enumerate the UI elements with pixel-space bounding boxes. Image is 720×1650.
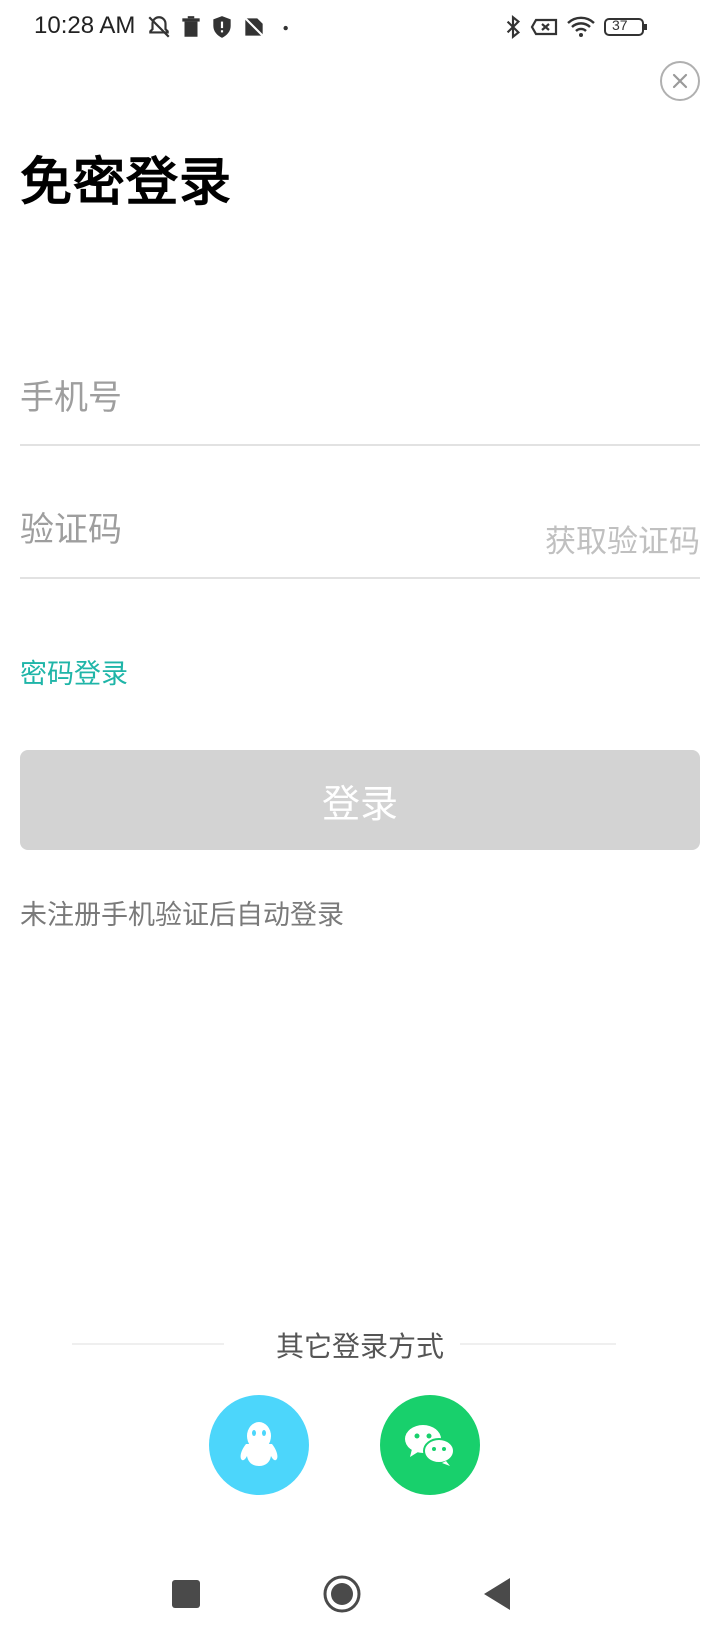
wifi-icon [566,14,596,40]
dot-icon [277,14,303,40]
back-button[interactable] [468,1564,528,1624]
other-login-label: 其它登录方式 [275,1330,444,1363]
login-button-label: 登录 [321,781,398,826]
notifications-off-icon [146,14,172,40]
battery-level: 37 [612,17,628,33]
password-login-link[interactable]: 密码登录 [20,652,128,691]
phone-field-row [20,358,700,446]
close-icon [672,73,688,89]
home-button[interactable] [312,1564,372,1624]
recents-button[interactable] [156,1564,216,1624]
shield-icon [209,14,235,40]
wechat-login-button[interactable] [380,1395,480,1495]
status-bar: 10:28 AM 37 [0,0,720,56]
page-title: 免密登录 [20,153,233,213]
phone-input[interactable] [20,358,460,438]
qq-login-button[interactable] [209,1395,309,1495]
close-button[interactable] [660,61,700,101]
status-time: 10:28 AM [34,12,136,39]
wechat-icon [405,1425,455,1466]
recents-square-icon [172,1580,200,1608]
navigation-bar [0,1570,720,1650]
code-field-row: 获取验证码 [20,490,700,579]
back-triangle-icon [484,1578,510,1610]
trash-icon [178,14,204,40]
auto-register-hint: 未注册手机验证后自动登录 [20,900,344,931]
get-code-button[interactable]: 获取验证码 [545,516,700,561]
qq-icon [240,1422,278,1466]
no-sim-icon [241,14,267,40]
data-off-icon [530,14,560,40]
verification-code-input[interactable] [20,490,460,570]
bluetooth-icon [500,14,526,40]
home-circle-icon [323,1575,361,1613]
login-button[interactable]: 登录 [20,750,700,850]
